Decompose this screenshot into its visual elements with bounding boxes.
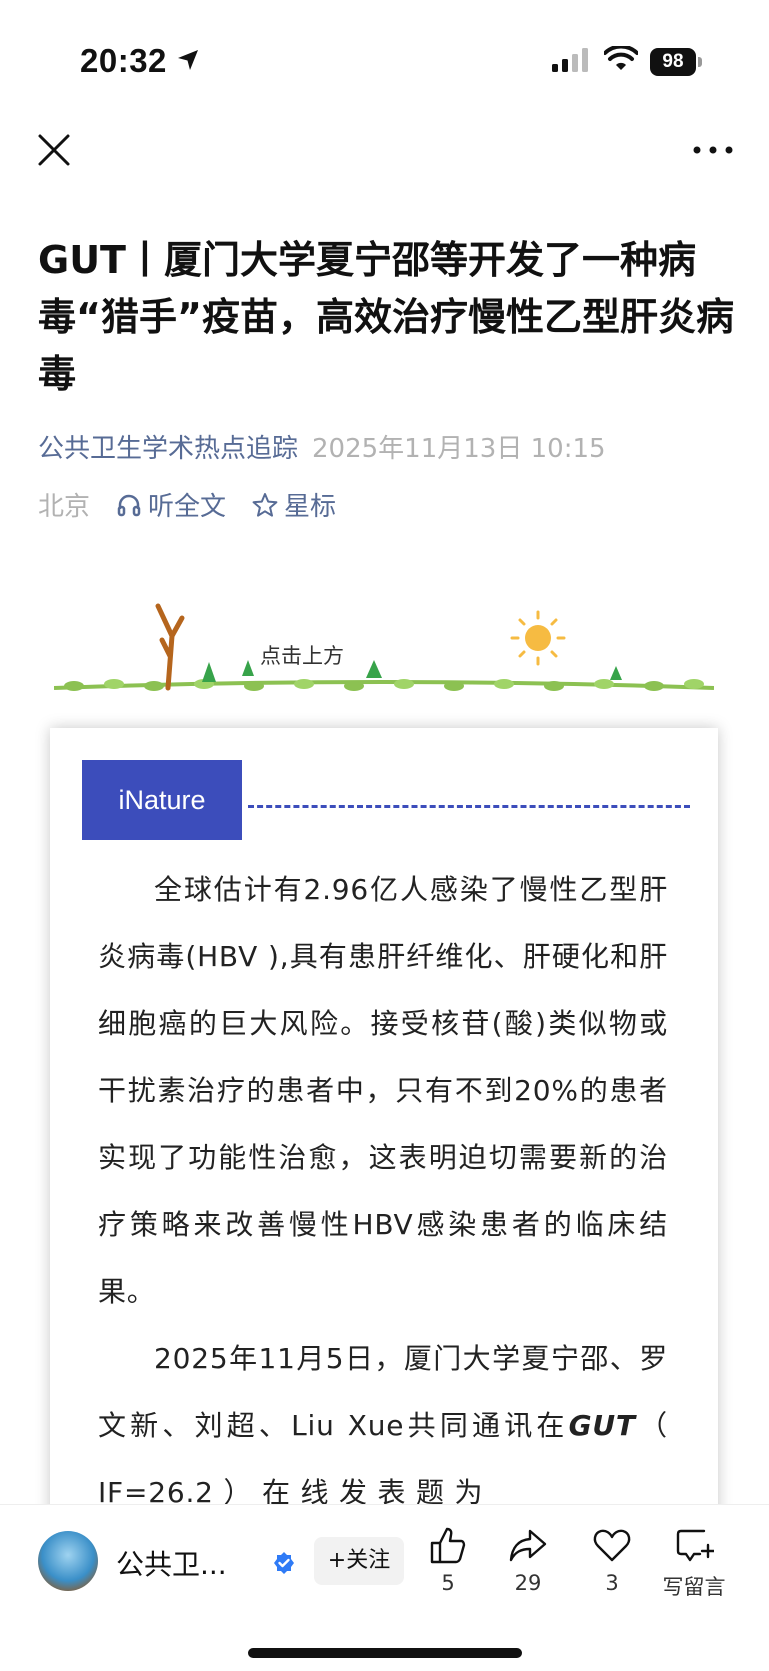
comment-button[interactable]: 写留言 [654,1525,734,1601]
heart-icon [593,1529,631,1562]
home-indicator[interactable] [248,1648,522,1658]
star-button[interactable]: 星标 [252,486,336,523]
follow-button[interactable]: +关注 [314,1537,404,1585]
location-arrow-icon [178,50,198,70]
close-icon[interactable] [36,132,72,168]
headphones-icon [117,494,141,516]
listen-button[interactable]: 听全文 [116,486,226,523]
comment-label: 写留言 [662,1575,726,1599]
article-meta: 公共卫生学术热点追踪 2025年11月13日 10:15 [38,428,606,465]
like-button[interactable]: 5 [408,1525,488,1595]
article-card: iNature 全球估计有2.96亿人感染了慢性乙型肝炎病毒(HBV ),具有患… [50,728,718,1528]
share-button[interactable]: 29 [488,1525,568,1595]
article-body: 全球估计有2.96亿人感染了慢性乙型肝炎病毒(HBV ),具有患肝纤维化、肝硬化… [98,856,668,1526]
status-bar: 20:32 98 [0,0,769,120]
more-icon[interactable] [690,138,736,162]
account-link[interactable]: 公共卫生学术热点追踪 [38,434,298,464]
star-icon [252,492,278,517]
star-label: 星标 [284,492,337,522]
battery-tip [698,57,702,67]
share-icon [509,1529,547,1562]
source-tag: iNature [82,760,242,840]
account-avatar[interactable] [38,1531,98,1591]
paragraph-2: 2025年11月5日，厦门大学夏宁邵、罗文新、刘超、Liu Xue共同通讯在GU… [98,1325,668,1526]
listen-label: 听全文 [148,492,227,522]
publish-date: 2025年11月13日 10:15 [312,434,606,464]
publish-location: 北京 [38,492,91,522]
grass-illustration [53,603,715,691]
favorite-count: 3 [605,1571,619,1595]
favorite-button[interactable]: 3 [572,1525,652,1595]
battery-level: 98 [650,48,696,76]
paragraph-1: 全球估计有2.96亿人感染了慢性乙型肝炎病毒(HBV ),具有患肝纤维化、肝硬化… [98,873,668,1308]
journal-name: GUT [568,1409,636,1442]
banner-illustration[interactable]: 点击上方 [53,596,715,706]
bottom-bar: 公共卫... +关注 5 29 3 写留言 [0,1504,769,1671]
banner-text: 点击上方 [260,644,344,668]
like-count: 5 [441,1571,455,1595]
dashed-divider [248,805,690,808]
article-title: GUT丨厦门大学夏宁邵等开发了一种病毒“猎手”疫苗，高效治疗慢性乙型肝炎病毒 [38,238,734,396]
signal-icon [552,48,588,72]
status-time: 20:32 [80,42,167,79]
verified-icon [274,1552,294,1574]
share-count: 29 [514,1571,542,1595]
account-name[interactable]: 公共卫... [116,1543,227,1583]
thumbs-up-icon [430,1527,466,1564]
wifi-icon [604,46,638,70]
battery-icon: 98 [650,48,702,76]
article-meta-actions: 北京 听全文 星标 [38,486,336,523]
comment-icon [676,1529,714,1562]
